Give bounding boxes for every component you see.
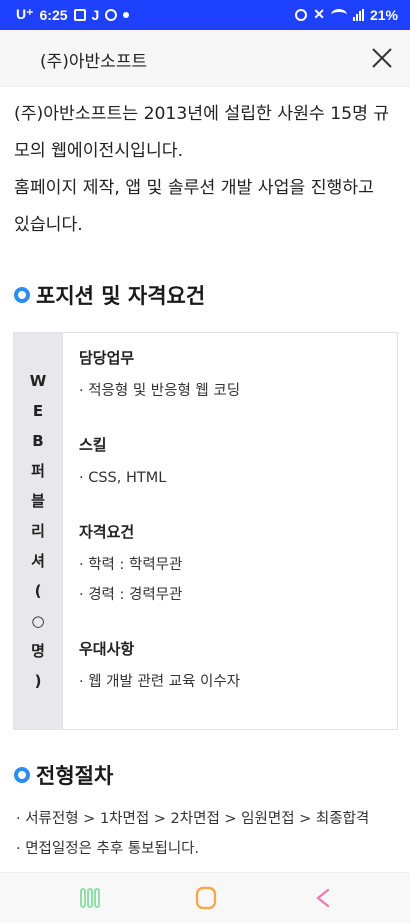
mute-icon: ✕	[313, 6, 325, 22]
page-title: (주)아반소프트	[40, 52, 148, 72]
signal-icon	[352, 8, 364, 21]
gallery-icon	[73, 8, 86, 21]
process-steps: · 서류전형 > 1차면접 > 2차면접 > 임원면접 > 최종합격	[16, 811, 370, 827]
position-label-char: W	[29, 372, 47, 390]
bullet-ring-icon	[14, 287, 30, 303]
carrier-label: U⁺	[16, 6, 34, 22]
skills-block: 스킬 · CSS, HTML	[79, 434, 381, 493]
process-note: · 면접일정은 추후 통보됩니다.	[16, 841, 200, 857]
position-label-char: 셔	[31, 552, 45, 570]
process-section-title: 전형절차	[36, 764, 114, 788]
position-details: 담당업무 · 적응형 및 반응형 웹 코딩 스킬 · CSS, HTML 자격요…	[63, 333, 397, 729]
position-label-char: 명	[31, 642, 45, 660]
duties-title: 담당업무	[79, 349, 135, 367]
position-label-char: 블	[31, 492, 45, 510]
close-icon[interactable]	[368, 44, 396, 72]
recent-apps-icon[interactable]	[76, 886, 104, 910]
position-section-heading: 포지션 및 자격요건	[14, 280, 410, 310]
notification-dot-icon	[123, 11, 130, 18]
preferences-title: 우대사항	[79, 640, 135, 658]
status-left: U⁺ 6:25 J	[16, 6, 130, 23]
j-app-label: J	[91, 6, 100, 23]
process-section-heading: 전형절차	[14, 760, 410, 790]
status-bar: U⁺ 6:25 J ✕ 21%	[0, 0, 410, 30]
position-label-char: E	[32, 402, 44, 420]
qualifications-block: 자격요건 · 학력 : 학력무관 · 경력 : 경력무관	[79, 521, 381, 610]
preferences-item: · 웹 개발 관련 교육 이수자	[79, 674, 241, 690]
position-label-column: W E B 퍼 블 리 셔 ( ○ 명 )	[14, 333, 63, 729]
position-table: W E B 퍼 블 리 셔 ( ○ 명 ) 담당업무 · 적응형 및 반응형 웹…	[13, 332, 398, 730]
duties-block: 담당업무 · 적응형 및 반응형 웹 코딩	[79, 347, 381, 406]
back-icon[interactable]	[309, 886, 337, 910]
qualifications-title: 자격요건	[79, 523, 135, 541]
company-intro: (주)아반소프트는 2013년에 설립한 사원수 15명 규모의 웹에이전시입니…	[14, 96, 394, 244]
chrome-icon	[105, 8, 118, 21]
intro-paragraph-1: (주)아반소프트는 2013년에 설립한 사원수 15명 규모의 웹에이전시입니…	[14, 104, 390, 161]
skills-title: 스킬	[79, 436, 107, 454]
alarm-icon	[295, 8, 308, 21]
position-label-char: (	[34, 582, 42, 600]
education-requirement: · 학력 : 학력무관	[79, 557, 183, 573]
position-label-char: 리	[31, 522, 45, 540]
wifi-icon	[330, 8, 347, 21]
duties-item: · 적응형 및 반응형 웹 코딩	[79, 383, 241, 399]
process-list: · 서류전형 > 1차면접 > 2차면접 > 임원면접 > 최종합격 · 면접일…	[16, 804, 398, 864]
position-label-char: 퍼	[31, 462, 45, 480]
position-label-char: )	[34, 672, 42, 690]
position-label-char: ○	[31, 612, 45, 630]
status-right: ✕ 21%	[295, 6, 398, 23]
preferences-block: 우대사항 · 웹 개발 관련 교육 이수자	[79, 638, 381, 697]
bullet-ring-icon	[14, 767, 30, 783]
status-time: 6:25	[39, 6, 68, 23]
navigation-bar	[0, 872, 410, 923]
position-section-title: 포지션 및 자격요건	[36, 284, 206, 308]
skills-item: · CSS, HTML	[79, 470, 167, 486]
screen: U⁺ 6:25 J ✕ 21% (주)아반소프트 (주)아반소프트는 2013년…	[0, 0, 410, 923]
position-label-char: B	[32, 432, 44, 450]
experience-requirement: · 경력 : 경력무관	[79, 587, 183, 603]
battery-percent: 21%	[369, 6, 398, 23]
intro-paragraph-2: 홈페이지 제작, 앱 및 솔루션 개발 사업을 진행하고 있습니다.	[14, 178, 374, 235]
home-icon[interactable]	[192, 886, 220, 910]
page-header: (주)아반소프트	[0, 30, 410, 87]
content-area[interactable]: (주)아반소프트는 2013년에 설립한 사원수 15명 규모의 웹에이전시입니…	[0, 86, 410, 873]
